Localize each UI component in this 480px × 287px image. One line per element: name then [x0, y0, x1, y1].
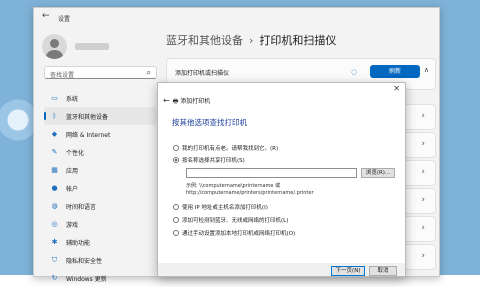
search-placeholder: 查找设置	[50, 72, 75, 79]
apps-icon: ▦	[51, 166, 58, 174]
globe-icon: ◍	[51, 202, 58, 210]
radio-button[interactable]	[173, 217, 179, 223]
user-profile[interactable]	[42, 34, 109, 59]
chevron-right-icon: ›	[421, 111, 425, 121]
refresh-button[interactable]: 刷新	[370, 65, 420, 78]
sidebar-item-apps[interactable]: ▦ 应用	[44, 161, 157, 179]
add-printer-dialog: ✕ ← 🖶 添加打印机 按其他选项查找打印机 我的打印机有点老。请帮我找到它。(R…	[157, 82, 406, 277]
loading-spinner-icon: ◌	[351, 68, 358, 76]
page-title: 打印机和扫描仪	[259, 34, 337, 47]
breadcrumb-separator: ›	[249, 34, 254, 47]
radio-button[interactable]	[173, 204, 179, 210]
chevron-right-icon: ›	[421, 139, 425, 149]
account-icon: ●	[51, 184, 58, 192]
title-bar: ← 设置	[34, 8, 439, 26]
sidebar-item-system[interactable]: ▭ 系统	[44, 89, 157, 107]
shield-icon: ⛉	[51, 255, 58, 264]
breadcrumb: 蓝牙和其他设备 › 打印机和扫描仪	[166, 32, 336, 48]
dialog-heading: 按其他选项查找打印机	[172, 118, 247, 127]
sidebar-item-bluetooth[interactable]: ᛒ 蓝牙和其他设备	[44, 107, 157, 125]
chevron-right-icon: ›	[421, 195, 425, 205]
user-name-redacted	[75, 43, 109, 50]
sidebar-item-personalization[interactable]: ✎ 个性化	[44, 143, 157, 161]
option-old-printer[interactable]: 我的打印机有点老。请帮我找到它。(R)	[173, 144, 278, 152]
close-icon[interactable]: ✕	[393, 84, 400, 93]
option-shared-printer-by-name[interactable]: 按名称选择共享打印机(S)	[173, 156, 245, 164]
sidebar-item-accessibility[interactable]: ✱ 辅助功能	[44, 233, 157, 251]
search-icon: ⌕	[146, 68, 151, 77]
sidebar-nav: ▭ 系统 ᛒ 蓝牙和其他设备 ◆ 网络 & Internet ✎ 个性化 ▦ 应用 ● 帐户…	[44, 89, 157, 287]
update-icon: ↻	[51, 274, 58, 282]
radio-button[interactable]	[173, 230, 179, 236]
brush-icon: ✎	[51, 148, 58, 156]
search-input[interactable]: 查找设置 ⌕	[44, 66, 157, 79]
browse-button[interactable]: 浏览(R)...	[361, 168, 395, 178]
chevron-right-icon: ›	[421, 167, 425, 177]
sidebar-item-network[interactable]: ◆ 网络 & Internet	[44, 125, 157, 143]
sidebar-item-windows-update[interactable]: ↻ Windows 更新	[44, 269, 157, 287]
radio-button[interactable]	[173, 145, 179, 151]
option-manual-setup[interactable]: 通过手动设置添加本地打印机或网络打印机(O)	[173, 229, 295, 237]
gamepad-icon: ◎	[51, 220, 58, 228]
add-printer-label: 添加打印机或扫描仪	[175, 70, 230, 77]
system-icon: ▭	[51, 94, 58, 102]
back-arrow-icon[interactable]: ←	[163, 96, 170, 105]
app-title: 设置	[58, 16, 71, 23]
radio-button-selected[interactable]	[173, 157, 179, 163]
option-bluetooth-wireless[interactable]: 添加可检测到蓝牙、无线或网络的打印机(L)	[173, 216, 288, 224]
bluetooth-icon: ᛒ	[52, 112, 57, 120]
avatar	[42, 34, 67, 59]
breadcrumb-parent[interactable]: 蓝牙和其他设备	[166, 34, 243, 47]
option-ip-address[interactable]: 使用 IP 地址或主机名添加打印机(I)	[173, 203, 268, 211]
chevron-up-icon[interactable]: ∧	[424, 66, 429, 74]
back-arrow-icon[interactable]: ←	[42, 11, 50, 21]
sidebar-item-gaming[interactable]: ◎ 游戏	[44, 215, 157, 233]
dialog-window-title: 添加打印机	[180, 98, 211, 105]
dialog-footer	[158, 263, 405, 276]
sidebar-item-privacy[interactable]: ⛉ 隐私和安全性	[44, 251, 157, 269]
chevron-right-icon: ›	[421, 251, 425, 261]
printer-icon: 🖶	[172, 98, 179, 105]
chevron-right-icon: ›	[421, 223, 425, 233]
accessibility-icon: ✱	[51, 238, 58, 246]
network-icon: ◆	[51, 130, 58, 138]
dialog-header: ← 🖶 添加打印机	[163, 96, 210, 107]
printer-path-input[interactable]	[186, 168, 357, 178]
path-example: 示例: \\computername\printername 或 http://…	[186, 183, 314, 196]
sidebar-item-accounts[interactable]: ● 帐户	[44, 179, 157, 197]
sidebar-item-time-language[interactable]: ◍ 时间和语言	[44, 197, 157, 215]
